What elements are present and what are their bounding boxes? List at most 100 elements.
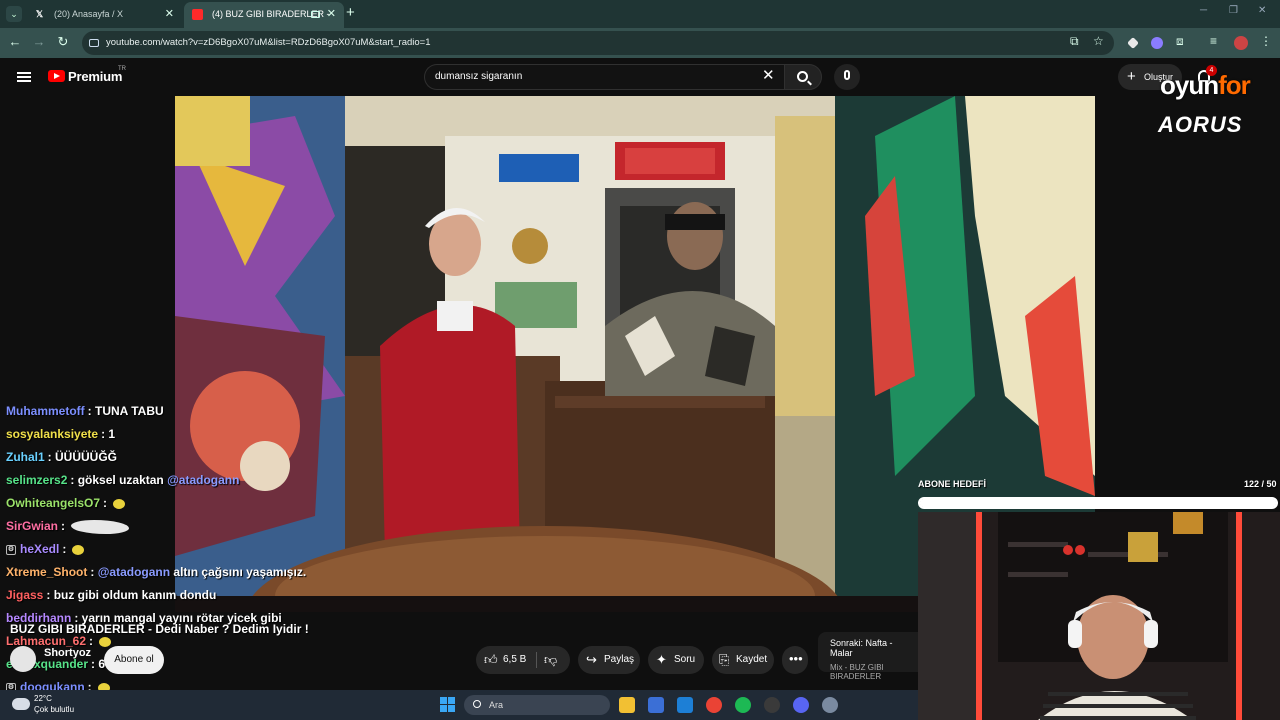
reload-icon[interactable]: ↻ — [54, 34, 72, 50]
chat-text: : ÜÜÜÜÜĞĞ — [47, 450, 117, 464]
voice-search-button[interactable] — [834, 64, 860, 90]
region-code: TR — [118, 66, 126, 72]
obs-icon[interactable] — [764, 697, 780, 713]
tab-search-icon[interactable]: ⌄ — [6, 6, 22, 22]
channel-avatar[interactable] — [10, 646, 36, 672]
weather-temperature[interactable]: 22°C — [34, 694, 52, 703]
chat-username[interactable]: OwhiteangelsO7 — [6, 496, 100, 510]
extension-icon[interactable] — [1151, 37, 1163, 49]
search-icon — [473, 700, 481, 708]
chat-text: : buz gibi oldum kanım dondu — [46, 588, 217, 602]
extensions-puzzle-icon[interactable]: ⧈ — [1176, 34, 1184, 49]
next-subtitle: Mix - BUZ GIBI BIRADERLER — [830, 663, 884, 681]
media-playing-icon[interactable] — [311, 11, 320, 18]
window-close-icon[interactable]: ✕ — [1258, 5, 1266, 16]
menu-icon[interactable] — [17, 72, 31, 82]
chrome-icon[interactable] — [706, 697, 722, 713]
minimize-icon[interactable]: ─ — [1200, 5, 1207, 16]
ask-button[interactable]: ✦ Soru — [648, 646, 704, 674]
discord-icon[interactable] — [793, 697, 809, 713]
chat-mention: @atadogann — [167, 473, 240, 487]
search-button[interactable] — [784, 64, 822, 90]
save-button[interactable]: ⎘ Kaydet — [712, 646, 774, 674]
goal-count: 122 / 50 — [1244, 479, 1277, 489]
share-icon: ↪ — [586, 652, 597, 667]
chat-text: altın çağsını yaşamışız. — [173, 565, 307, 579]
start-button[interactable] — [440, 697, 456, 713]
youtube-premium-logo[interactable]: Premium — [68, 69, 122, 84]
media-controls-icon[interactable]: ≡ — [1210, 34, 1217, 48]
browser-menu-icon[interactable]: ⋮ — [1260, 34, 1272, 48]
chat-username[interactable]: selimzers2 — [6, 473, 67, 487]
channel-name[interactable]: Shortyoz — [44, 647, 91, 659]
profile-avatar-icon[interactable] — [1234, 36, 1248, 50]
tab-twitter[interactable]: 𝕏 (20) Anasayfa / X ✕ — [26, 2, 182, 28]
like-button[interactable]: 👍︎ 6,5 B 👎︎ — [476, 646, 570, 674]
chat-message: Muhammetoff: TUNA TABU — [6, 400, 336, 423]
logo-part: oyun — [1160, 70, 1219, 100]
chat-message: OwhiteangelsO7: — [6, 492, 336, 515]
new-tab-button[interactable]: + — [346, 4, 355, 21]
divider — [536, 652, 537, 668]
chat-username[interactable]: sosyalanksiyete — [6, 427, 98, 441]
share-button[interactable]: ↪ Paylaş — [578, 646, 640, 674]
more-icon: ••• — [789, 651, 803, 666]
chat-message: SirGwian: — [6, 515, 336, 538]
site-info-icon[interactable] — [89, 39, 99, 47]
chat-message: Jigass: buz gibi oldum kanım dondu — [6, 584, 336, 607]
emote-icon — [99, 636, 112, 647]
webcam-feed — [918, 512, 1280, 720]
thumbs-up-icon: 👍︎ — [484, 652, 498, 667]
like-count: 6,5 B — [503, 654, 527, 665]
x-logo-icon: 𝕏 — [35, 9, 44, 19]
chat-username[interactable]: Zuhal1 — [6, 450, 45, 464]
chat-badge-icon: ⚙ — [6, 544, 16, 555]
bookmark-star-icon[interactable]: ☆ — [1093, 34, 1104, 48]
goose-emote-icon — [71, 519, 130, 534]
back-icon[interactable]: ← — [6, 34, 24, 49]
close-tab-icon[interactable]: ✕ — [327, 2, 336, 26]
store-icon[interactable] — [648, 697, 664, 713]
chat-username[interactable]: Xtreme_Shoot — [6, 565, 87, 579]
chat-message: ⚙ heXedl: — [6, 538, 336, 561]
forward-icon[interactable]: → — [30, 34, 48, 49]
search-input[interactable]: dumansız sigaranın — [424, 64, 784, 90]
chat-username[interactable]: heXedl — [20, 542, 59, 556]
ask-label: Soru — [674, 654, 696, 665]
youtube-logo-icon[interactable] — [48, 70, 65, 82]
taskbar-search[interactable]: Ara — [464, 695, 610, 715]
thumbs-down-icon[interactable]: 👎︎ — [544, 653, 557, 667]
chat-message: Xtreme_Shoot: @atadogann altın çağsını y… — [6, 561, 336, 584]
more-actions-button[interactable]: ••• — [782, 646, 808, 674]
chat-text: : TUNA TABU — [87, 404, 164, 418]
bookmark-icon: ⎘ — [719, 652, 730, 667]
chat-mention: @atadogann — [97, 565, 171, 579]
restore-icon[interactable]: ❐ — [1229, 5, 1238, 16]
chat-username[interactable]: Muhammetoff — [6, 404, 85, 418]
up-next-card[interactable]: Sonraki: Nafta - Malar Mix - BUZ GIBI BI… — [818, 632, 928, 681]
subscribe-button[interactable]: Abone ol — [104, 646, 164, 674]
cloud-icon[interactable] — [12, 698, 30, 710]
chat-text: : — [90, 565, 95, 579]
chat-message: Zuhal1: ÜÜÜÜÜĞĞ — [6, 446, 336, 469]
chat-username[interactable]: SirGwian — [6, 519, 58, 533]
chat-message: sosyalanksiyete: 1 — [6, 423, 336, 446]
chat-username[interactable]: Jigass — [6, 588, 43, 602]
close-tab-icon[interactable]: ✕ — [165, 2, 174, 26]
microphone-icon — [844, 70, 850, 80]
settings-gear-icon[interactable] — [822, 697, 838, 713]
install-app-icon[interactable]: ⧉ — [1070, 34, 1079, 49]
chat-text: : göksel uzaktan — [70, 473, 164, 487]
weather-description[interactable]: Çok bulutlu — [34, 705, 74, 714]
spotify-icon[interactable] — [735, 697, 751, 713]
plus-icon: + — [1127, 68, 1136, 85]
chat-text: : — [62, 542, 67, 556]
extension-icon[interactable] — [1127, 37, 1139, 49]
clear-search-icon[interactable]: ✕ — [762, 68, 775, 84]
address-bar[interactable]: youtube.com/watch?v=zD6BgoX07uM&list=RDz… — [82, 31, 1114, 55]
file-explorer-icon[interactable] — [619, 697, 635, 713]
emote-icon — [72, 544, 85, 555]
mail-icon[interactable] — [677, 697, 693, 713]
tab-youtube[interactable]: (4) BUZ GIBI BIRADERLER - ✕ — [184, 2, 344, 28]
chat-text: : 6 — [91, 657, 106, 671]
